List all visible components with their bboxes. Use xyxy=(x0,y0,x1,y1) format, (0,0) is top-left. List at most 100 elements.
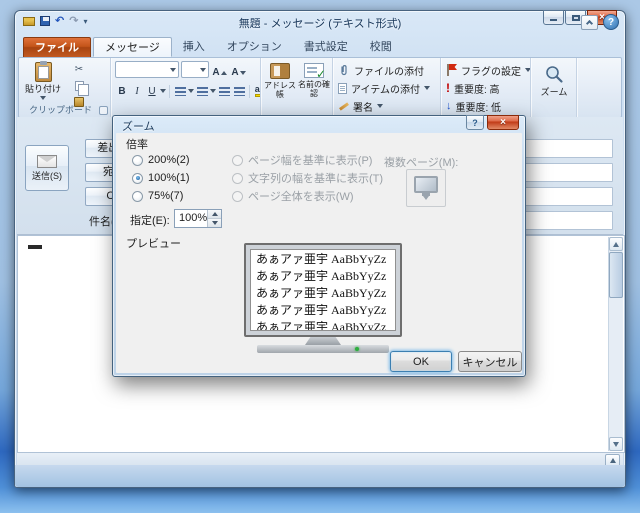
grow-font-button[interactable]: A xyxy=(211,62,228,78)
paste-button[interactable]: 貼り付け xyxy=(23,61,63,109)
attach-file-label: ファイルの添付 xyxy=(354,66,424,78)
bullets-button[interactable] xyxy=(173,83,187,99)
clipboard-group-label: クリップボード xyxy=(28,105,92,115)
ok-button[interactable]: OK xyxy=(390,351,452,372)
scrollbar-thumb[interactable] xyxy=(609,252,623,298)
copy-button[interactable] xyxy=(69,78,89,96)
quick-access-toolbar[interactable]: ↶ ↷ ▾ xyxy=(23,14,87,28)
radio-75-percent[interactable]: 75%(7) xyxy=(132,187,190,205)
tab-file[interactable]: ファイル xyxy=(23,37,91,57)
cut-button[interactable]: ✂ xyxy=(69,62,89,77)
radio-whole-page: ページ全体を表示(W) xyxy=(232,187,383,205)
app-mail-icon xyxy=(23,16,35,26)
radio-icon xyxy=(132,154,143,166)
flag-icon xyxy=(446,64,457,76)
signature-pen-icon xyxy=(338,101,349,112)
chevron-down-icon[interactable] xyxy=(160,89,166,93)
chevron-down-icon[interactable] xyxy=(210,89,216,93)
radio-100-label: 100%(1) xyxy=(148,172,190,184)
body-text-mark xyxy=(28,245,42,249)
window-footer xyxy=(15,465,625,487)
tab-options[interactable]: オプション xyxy=(216,37,293,57)
preview-line: あぁアァ亜宇 AaBbYyZz xyxy=(256,303,387,317)
dialog-help-button[interactable]: ? xyxy=(466,115,484,130)
vertical-scrollbar[interactable] xyxy=(608,237,623,451)
fit-options: ページ幅を基準に表示(P) 文字列の幅を基準に表示(T) ページ全体を表示(W) xyxy=(232,151,383,205)
spin-up-button[interactable] xyxy=(208,210,221,219)
decrease-indent-button[interactable] xyxy=(217,83,231,99)
preview-line: あぁアァ亜宇 AaBbYyZz xyxy=(256,320,387,331)
tab-review[interactable]: 校閲 xyxy=(359,37,403,57)
dialog-title: ズーム xyxy=(122,121,155,133)
font-name-combo[interactable] xyxy=(115,61,179,78)
tab-insert[interactable]: 挿入 xyxy=(172,37,216,57)
spin-down-button[interactable] xyxy=(208,219,221,227)
window-title: 無題 - メッセージ (テキスト形式) xyxy=(238,18,402,30)
indent-right-icon xyxy=(233,86,245,96)
radio-100-percent[interactable]: 100%(1) xyxy=(132,169,190,187)
dialog-launcher-icon[interactable] xyxy=(99,106,108,115)
highlight-color-button[interactable]: ab xyxy=(253,83,260,99)
underline-button[interactable]: U xyxy=(145,83,159,99)
address-book-icon xyxy=(270,63,290,79)
signature-button[interactable]: 署名 xyxy=(338,98,383,114)
font-size-combo[interactable] xyxy=(181,61,209,78)
whole-page-label: ページ全体を表示(W) xyxy=(248,191,354,203)
shrink-font-button[interactable]: A xyxy=(230,62,247,78)
help-icon[interactable]: ? xyxy=(603,14,619,30)
dialog-close-button[interactable]: × xyxy=(487,115,519,130)
flag-label: フラグの設定 xyxy=(461,66,521,78)
italic-button[interactable]: I xyxy=(130,83,144,99)
numbering-button[interactable] xyxy=(195,83,209,99)
percent-spinner[interactable]: 100% xyxy=(174,209,222,228)
monitor-base xyxy=(257,345,389,353)
radio-200-percent[interactable]: 200%(2) xyxy=(132,151,190,169)
preview-monitor: あぁアァ亜宇 AaBbYyZz あぁアァ亜宇 AaBbYyZz あぁアァ亜宇 A… xyxy=(244,243,402,353)
address-book-button[interactable]: アドレス帳 xyxy=(263,61,297,115)
increase-indent-button[interactable] xyxy=(232,83,246,99)
indent-left-icon xyxy=(218,86,230,96)
paperclip-icon xyxy=(341,65,347,76)
attach-file-button[interactable]: ファイルの添付 xyxy=(338,62,424,78)
zoom-label: ズーム xyxy=(540,87,568,97)
check-names-button[interactable]: ✓ 名前の確認 xyxy=(297,61,331,115)
tab-format-text[interactable]: 書式設定 xyxy=(293,37,359,57)
radio-selected-icon xyxy=(132,172,143,184)
zoom-button[interactable]: ズーム xyxy=(535,61,573,115)
chevron-down-icon xyxy=(40,96,46,100)
send-button[interactable]: 送信(S) xyxy=(25,145,69,191)
attach-item-button[interactable]: アイテムの添付 xyxy=(338,80,430,96)
save-icon[interactable] xyxy=(40,16,50,26)
chevron-down-icon xyxy=(200,68,206,72)
preview-line: あぁアァ亜宇 AaBbYyZz xyxy=(256,252,387,266)
radio-icon xyxy=(132,190,143,202)
redo-icon[interactable]: ↷ xyxy=(69,15,78,28)
bold-button[interactable]: B xyxy=(115,83,129,99)
preview-line: あぁアァ亜宇 AaBbYyZz xyxy=(256,269,387,283)
scroll-up-button[interactable] xyxy=(609,237,623,251)
arrow-down-icon xyxy=(613,442,619,447)
importance-high-icon: ! xyxy=(446,81,450,95)
radio-disabled-icon xyxy=(232,190,243,202)
check-names-icon: ✓ xyxy=(304,63,326,81)
numbered-list-icon xyxy=(196,86,208,96)
ribbon-tab-row: ファイル メッセージ 挿入 オプション 書式設定 校閲 xyxy=(17,35,623,57)
importance-high-button[interactable]: ! 重要度: 高 xyxy=(446,80,500,96)
tab-message[interactable]: メッセージ xyxy=(93,37,172,57)
cancel-button[interactable]: キャンセル xyxy=(458,351,522,372)
qat-customize-chevron-icon[interactable]: ▾ xyxy=(83,15,87,28)
chevron-down-icon[interactable] xyxy=(188,89,194,93)
radio-200-label: 200%(2) xyxy=(148,154,190,166)
minimize-ribbon-button[interactable] xyxy=(581,15,598,30)
undo-icon[interactable]: ↶ xyxy=(55,15,64,28)
magnification-label: 倍率 xyxy=(126,139,148,151)
font-group: A A B I U ab A xyxy=(111,58,261,117)
minimize-button[interactable] xyxy=(543,10,564,25)
importance-low-button[interactable]: ↓ 重要度: 低 xyxy=(446,98,501,114)
scroll-down-button[interactable] xyxy=(609,437,623,451)
follow-up-flag-button[interactable]: フラグの設定 xyxy=(446,62,530,78)
dialog-body: 倍率 200%(2) 100%(1) 75%(7) ページ幅を基準に表示(P) xyxy=(116,133,522,373)
attach-item-label: アイテムの添付 xyxy=(351,84,420,96)
preview-label: プレビュー xyxy=(126,238,181,250)
zoom-dialog: ズーム ? × 倍率 200%(2) 100%(1) 75%(7) ページ幅を基… xyxy=(112,115,526,377)
